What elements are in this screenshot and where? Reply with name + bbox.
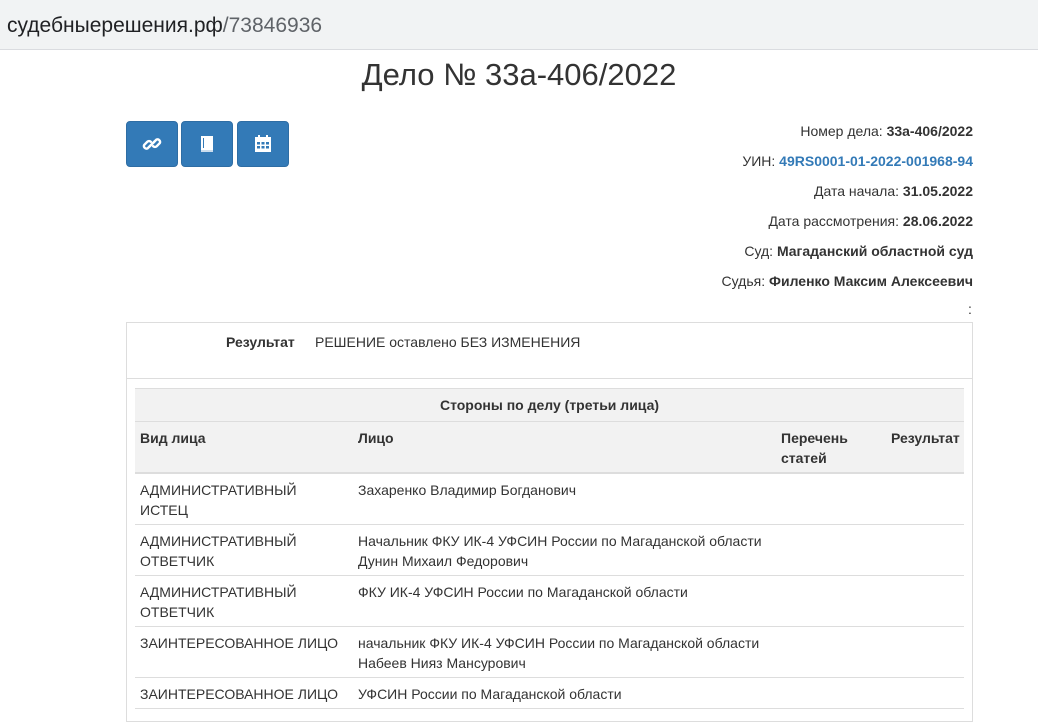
uin-label: УИН: — [742, 153, 776, 169]
court-row: Суд: Магаданский областной суд — [722, 240, 973, 270]
court-value: Магаданский областной суд — [776, 243, 973, 259]
panel-divider — [127, 378, 972, 379]
calendar-icon — [254, 135, 272, 153]
url-text[interactable]: судебныерешения.рф/73846936 — [7, 13, 322, 39]
result-label: Результат — [226, 334, 295, 350]
start-date-label: Дата начала: — [814, 183, 900, 199]
table-row: АДМИНИСТРАТИВНЫЙ ИСТЕЦ Захаренко Владими… — [135, 473, 964, 525]
trailing-mark: : — [968, 301, 972, 317]
start-date-row: Дата начала: 31.05.2022 — [722, 180, 973, 210]
case-number-label: Номер дела: — [800, 123, 883, 139]
link-icon — [142, 134, 162, 154]
party-type: ЗАИНТЕРЕСОВАННОЕ ЛИЦО — [135, 626, 353, 678]
column-header: Результат — [886, 421, 964, 474]
judge-row: Судья: Филенко Максим Алексеевич — [722, 270, 973, 300]
url-path: /73846936 — [222, 14, 323, 37]
book-icon — [198, 134, 216, 154]
party-person: ФКУ ИК-4 УФСИН России по Магаданской обл… — [353, 575, 776, 627]
party-person: Захаренко Владимир Богданович — [353, 473, 776, 525]
url-host: судебныерешения.рф — [7, 14, 223, 37]
start-date-value: 31.05.2022 — [902, 183, 973, 199]
table-row: ЗАИНТЕРЕСОВАННОЕ ЛИЦО начальник ФКУ ИК-4… — [135, 626, 964, 678]
party-type: АДМИНИСТРАТИВНЫЙ ОТВЕТЧИК — [135, 524, 353, 576]
party-articles — [776, 677, 886, 709]
page-title: Дело № 33а-406/2022 — [361, 57, 677, 92]
link-button[interactable] — [126, 121, 178, 167]
court-label: Суд: — [744, 243, 774, 259]
address-bar[interactable]: судебныерешения.рф/73846936 — [0, 0, 1038, 50]
party-articles — [776, 524, 886, 576]
review-date-value: 28.06.2022 — [902, 213, 973, 229]
judge-label: Судья: — [721, 273, 766, 289]
party-articles — [776, 575, 886, 627]
book-button[interactable] — [181, 121, 233, 167]
calendar-button[interactable] — [237, 121, 289, 167]
party-type: АДМИНИСТРАТИВНЫЙ ИСТЕЦ — [135, 473, 353, 525]
result-value: РЕШЕНИЕ оставлено БЕЗ ИЗМЕНЕНИЯ — [315, 334, 581, 350]
judge-value: Филенко Максим Алексеевич — [769, 273, 973, 289]
review-date-row: Дата рассмотрения: 28.06.2022 — [722, 210, 973, 240]
party-result — [886, 677, 964, 709]
party-result — [886, 626, 964, 678]
column-header: Перечень статей — [776, 421, 886, 474]
party-result — [886, 575, 964, 627]
party-articles — [776, 626, 886, 678]
party-type: ЗАИНТЕРЕСОВАННОЕ ЛИЦО — [135, 677, 353, 709]
uin-row: УИН: 49RS0001-01-2022-001968-94 — [722, 150, 973, 180]
parties-caption: Стороны по делу (третьи лица) — [135, 388, 964, 422]
column-header: Вид лица — [135, 421, 353, 474]
uin-link[interactable]: 49RS0001-01-2022-001968-94 — [779, 153, 973, 169]
column-header: Лицо — [353, 421, 776, 474]
party-person: начальник ФКУ ИК-4 УФСИН России по Магад… — [353, 626, 776, 678]
party-person: УФСИН России по Магаданской области — [353, 677, 776, 709]
case-number-value: 33а-406/2022 — [886, 123, 973, 139]
table-row: ЗАИНТЕРЕСОВАННОЕ ЛИЦО УФСИН России по Ма… — [135, 677, 964, 709]
party-articles — [776, 473, 886, 525]
review-date-label: Дата рассмотрения: — [768, 213, 900, 229]
party-type: АДМИНИСТРАТИВНЫЙ ОТВЕТЧИК — [135, 575, 353, 627]
party-result — [886, 524, 964, 576]
party-person: Начальник ФКУ ИК-4 УФСИН России по Магад… — [353, 524, 776, 576]
case-info: Номер дела: 33а-406/2022 УИН: 49RS0001-0… — [722, 120, 973, 300]
parties-table: Стороны по делу (третьи лица) Вид лица Л… — [135, 388, 964, 709]
case-number-row: Номер дела: 33а-406/2022 — [722, 120, 973, 150]
party-result — [886, 473, 964, 525]
table-row: АДМИНИСТРАТИВНЫЙ ОТВЕТЧИК Начальник ФКУ … — [135, 524, 964, 576]
table-row: АДМИНИСТРАТИВНЫЙ ОТВЕТЧИК ФКУ ИК-4 УФСИН… — [135, 575, 964, 627]
